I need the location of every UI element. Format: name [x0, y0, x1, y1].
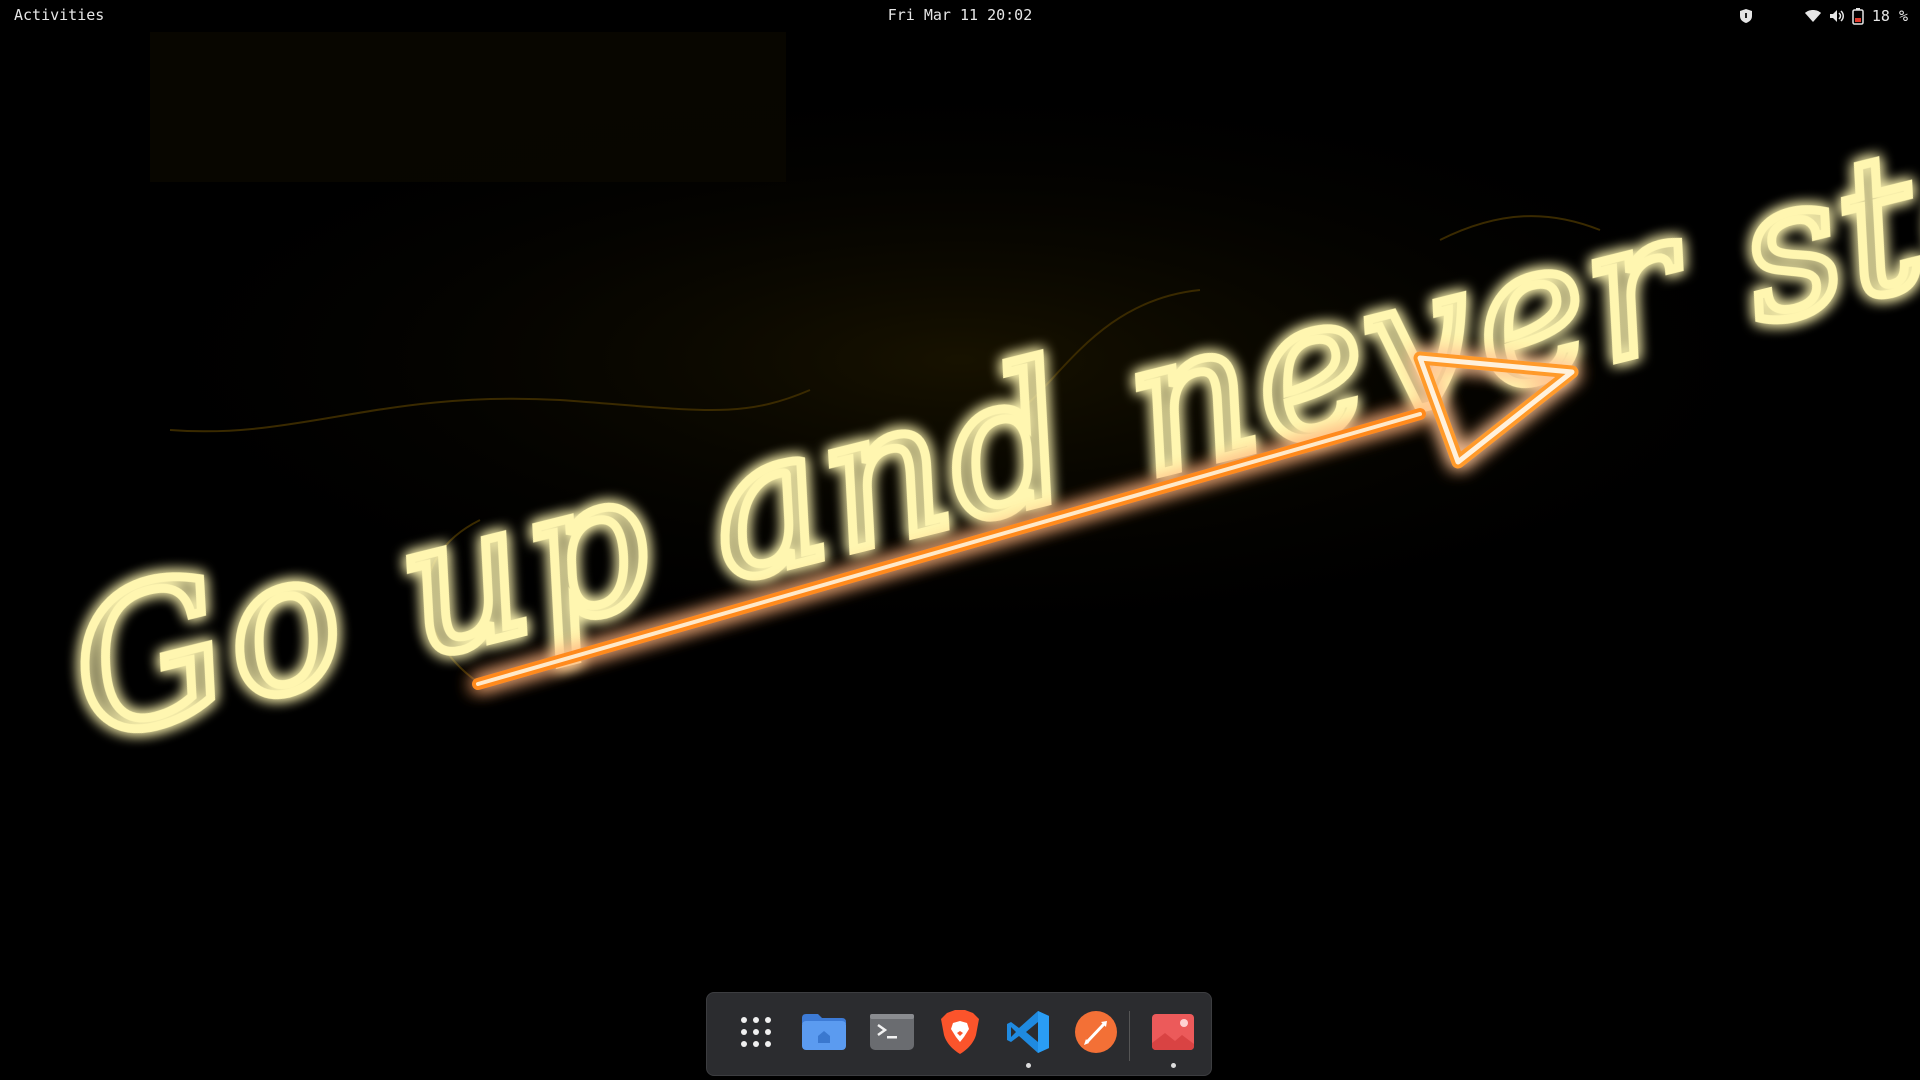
desktop: Go up and never stop Activities Fri Mar … — [0, 0, 1920, 1080]
terminal-icon — [870, 1014, 914, 1050]
status-menu-button[interactable]: 18 % — [1804, 7, 1908, 25]
dock — [706, 992, 1212, 1076]
dock-separator — [1129, 1011, 1130, 1061]
shield-icon[interactable] — [1738, 8, 1754, 24]
top-bar: Activities Fri Mar 11 20:02 18 % — [0, 0, 1920, 32]
clock-button[interactable]: Fri Mar 11 20:02 — [888, 6, 1033, 24]
files-folder-icon — [802, 1014, 846, 1050]
battery-percentage: 18 % — [1871, 7, 1908, 25]
image-viewer-button[interactable] — [1146, 1005, 1200, 1068]
vscode-icon — [1007, 1011, 1049, 1053]
wifi-icon — [1804, 8, 1822, 24]
show-applications-button[interactable] — [729, 1005, 783, 1059]
postman-icon — [1075, 1011, 1117, 1053]
running-indicator — [1026, 1063, 1031, 1068]
volume-icon — [1828, 8, 1846, 24]
postman-app-button[interactable] — [1069, 1005, 1123, 1059]
battery-icon — [1852, 7, 1864, 25]
neon-wallpaper: Go up and never stop — [0, 0, 1920, 1080]
system-tray: 18 % — [1738, 0, 1908, 32]
image-viewer-icon — [1152, 1014, 1194, 1050]
vscode-app-button[interactable] — [1001, 1005, 1055, 1068]
clock-area: Fri Mar 11 20:02 — [0, 6, 1920, 24]
app-grid-icon — [741, 1017, 771, 1047]
files-app-button[interactable] — [797, 1005, 851, 1059]
running-indicator — [1171, 1063, 1176, 1068]
activities-button[interactable]: Activities — [14, 6, 104, 24]
brave-browser-button[interactable] — [933, 1005, 987, 1059]
brave-lion-icon — [941, 1010, 979, 1054]
terminal-app-button[interactable] — [865, 1005, 919, 1059]
